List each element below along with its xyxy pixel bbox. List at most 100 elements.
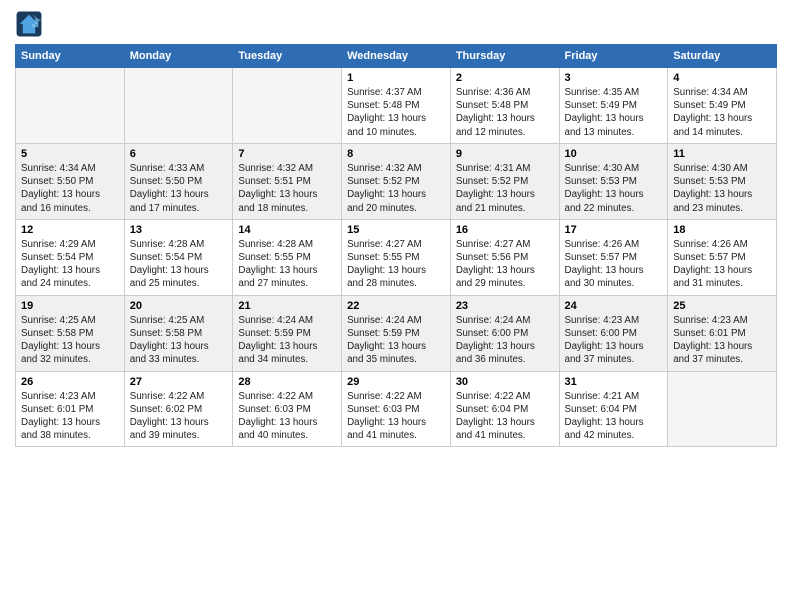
calendar-cell: 20 Sunrise: 4:25 AM Sunset: 5:58 PM Dayli…: [124, 295, 233, 371]
day-header-sunday: Sunday: [16, 45, 125, 68]
calendar-cell: 14Sunrise: 4:28 AM Sunset: 5:55 PM Dayli…: [233, 219, 342, 295]
calendar-cell: 11 Sunrise: 4:30 AM Sunset: 5:53 PM Dayli…: [668, 143, 777, 219]
day-number: 31: [565, 376, 663, 388]
calendar-cell: 2Sunrise: 4:36 AM Sunset: 5:48 PM Daylig…: [450, 68, 559, 144]
logo: [15, 10, 47, 38]
day-info: Sunrise: 4:23 AM Sunset: 6:01 PM Dayligh…: [21, 390, 119, 443]
calendar-cell: 27 Sunrise: 4:22 AM Sunset: 6:02 PM Dayli…: [124, 371, 233, 447]
calendar-cell: 30Sunrise: 4:22 AM Sunset: 6:04 PM Dayli…: [450, 371, 559, 447]
calendar-cell: [668, 371, 777, 447]
day-number: 6: [130, 148, 228, 160]
day-info: Sunrise: 4:28 AM Sunset: 5:54 PM Dayligh…: [130, 238, 228, 291]
calendar-cell: 6 Sunrise: 4:33 AM Sunset: 5:50 PM Daylig…: [124, 143, 233, 219]
day-info: Sunrise: 4:22 AM Sunset: 6:03 PM Dayligh…: [347, 390, 445, 443]
day-number: 13: [130, 224, 228, 236]
calendar-cell: 4 Sunrise: 4:34 AM Sunset: 5:49 PM Daylig…: [668, 68, 777, 144]
calendar-cell: 9Sunrise: 4:31 AM Sunset: 5:52 PM Daylig…: [450, 143, 559, 219]
calendar-cell: [124, 68, 233, 144]
day-info: Sunrise: 4:35 AM Sunset: 5:49 PM Dayligh…: [565, 86, 663, 139]
day-number: 10: [565, 148, 663, 160]
day-number: 17: [565, 224, 663, 236]
day-number: 18: [673, 224, 771, 236]
day-info: Sunrise: 4:21 AM Sunset: 6:04 PM Dayligh…: [565, 390, 663, 443]
calendar-cell: 8 Sunrise: 4:32 AM Sunset: 5:52 PM Daylig…: [342, 143, 451, 219]
day-info: Sunrise: 4:24 AM Sunset: 5:59 PM Dayligh…: [238, 314, 336, 367]
day-number: 25: [673, 300, 771, 312]
day-number: 2: [456, 72, 554, 84]
day-number: 11: [673, 148, 771, 160]
day-number: 7: [238, 148, 336, 160]
day-number: 8: [347, 148, 445, 160]
day-info: Sunrise: 4:23 AM Sunset: 6:01 PM Dayligh…: [673, 314, 771, 367]
day-info: Sunrise: 4:37 AM Sunset: 5:48 PM Dayligh…: [347, 86, 445, 139]
week-row-5: 26 Sunrise: 4:23 AM Sunset: 6:01 PM Dayli…: [16, 371, 777, 447]
header: [15, 10, 777, 38]
calendar-cell: [16, 68, 125, 144]
day-info: Sunrise: 4:30 AM Sunset: 5:53 PM Dayligh…: [565, 162, 663, 215]
day-header-saturday: Saturday: [668, 45, 777, 68]
day-number: 29: [347, 376, 445, 388]
day-info: Sunrise: 4:25 AM Sunset: 5:58 PM Dayligh…: [130, 314, 228, 367]
week-row-2: 5 Sunrise: 4:34 AM Sunset: 5:50 PM Daylig…: [16, 143, 777, 219]
day-number: 26: [21, 376, 119, 388]
day-number: 30: [456, 376, 554, 388]
day-info: Sunrise: 4:25 AM Sunset: 5:58 PM Dayligh…: [21, 314, 119, 367]
day-number: 24: [565, 300, 663, 312]
calendar-cell: 13 Sunrise: 4:28 AM Sunset: 5:54 PM Dayli…: [124, 219, 233, 295]
day-number: 28: [238, 376, 336, 388]
calendar-cell: 21 Sunrise: 4:24 AM Sunset: 5:59 PM Dayli…: [233, 295, 342, 371]
day-number: 1: [347, 72, 445, 84]
day-info: Sunrise: 4:22 AM Sunset: 6:03 PM Dayligh…: [238, 390, 336, 443]
day-info: Sunrise: 4:34 AM Sunset: 5:49 PM Dayligh…: [673, 86, 771, 139]
day-info: Sunrise: 4:33 AM Sunset: 5:50 PM Dayligh…: [130, 162, 228, 215]
calendar-cell: 28 Sunrise: 4:22 AM Sunset: 6:03 PM Dayli…: [233, 371, 342, 447]
day-info: Sunrise: 4:31 AM Sunset: 5:52 PM Dayligh…: [456, 162, 554, 215]
day-info: Sunrise: 4:27 AM Sunset: 5:56 PM Dayligh…: [456, 238, 554, 291]
calendar-cell: 12 Sunrise: 4:29 AM Sunset: 5:54 PM Dayli…: [16, 219, 125, 295]
calendar-cell: 1 Sunrise: 4:37 AM Sunset: 5:48 PM Daylig…: [342, 68, 451, 144]
day-number: 15: [347, 224, 445, 236]
calendar-cell: 16 Sunrise: 4:27 AM Sunset: 5:56 PM Dayli…: [450, 219, 559, 295]
day-number: 21: [238, 300, 336, 312]
calendar-cell: 18 Sunrise: 4:26 AM Sunset: 5:57 PM Dayli…: [668, 219, 777, 295]
calendar-cell: [233, 68, 342, 144]
day-number: 16: [456, 224, 554, 236]
day-header-monday: Monday: [124, 45, 233, 68]
header-row: SundayMondayTuesdayWednesdayThursdayFrid…: [16, 45, 777, 68]
calendar-cell: 26 Sunrise: 4:23 AM Sunset: 6:01 PM Dayli…: [16, 371, 125, 447]
day-number: 20: [130, 300, 228, 312]
day-number: 4: [673, 72, 771, 84]
day-info: Sunrise: 4:24 AM Sunset: 6:00 PM Dayligh…: [456, 314, 554, 367]
day-number: 19: [21, 300, 119, 312]
day-header-friday: Friday: [559, 45, 668, 68]
day-number: 12: [21, 224, 119, 236]
calendar-cell: 25 Sunrise: 4:23 AM Sunset: 6:01 PM Dayli…: [668, 295, 777, 371]
calendar-cell: 5 Sunrise: 4:34 AM Sunset: 5:50 PM Daylig…: [16, 143, 125, 219]
day-number: 27: [130, 376, 228, 388]
day-info: Sunrise: 4:22 AM Sunset: 6:02 PM Dayligh…: [130, 390, 228, 443]
day-info: Sunrise: 4:32 AM Sunset: 5:51 PM Dayligh…: [238, 162, 336, 215]
calendar-cell: 15Sunrise: 4:27 AM Sunset: 5:55 PM Dayli…: [342, 219, 451, 295]
week-row-3: 12 Sunrise: 4:29 AM Sunset: 5:54 PM Dayli…: [16, 219, 777, 295]
day-header-wednesday: Wednesday: [342, 45, 451, 68]
day-info: Sunrise: 4:34 AM Sunset: 5:50 PM Dayligh…: [21, 162, 119, 215]
day-info: Sunrise: 4:26 AM Sunset: 5:57 PM Dayligh…: [673, 238, 771, 291]
day-info: Sunrise: 4:23 AM Sunset: 6:00 PM Dayligh…: [565, 314, 663, 367]
day-info: Sunrise: 4:29 AM Sunset: 5:54 PM Dayligh…: [21, 238, 119, 291]
calendar-cell: 23Sunrise: 4:24 AM Sunset: 6:00 PM Dayli…: [450, 295, 559, 371]
logo-icon: [15, 10, 43, 38]
calendar-cell: 17Sunrise: 4:26 AM Sunset: 5:57 PM Dayli…: [559, 219, 668, 295]
calendar-cell: 10 Sunrise: 4:30 AM Sunset: 5:53 PM Dayli…: [559, 143, 668, 219]
calendar-cell: 19 Sunrise: 4:25 AM Sunset: 5:58 PM Dayli…: [16, 295, 125, 371]
day-header-tuesday: Tuesday: [233, 45, 342, 68]
calendar-cell: 22Sunrise: 4:24 AM Sunset: 5:59 PM Dayli…: [342, 295, 451, 371]
calendar-cell: 24 Sunrise: 4:23 AM Sunset: 6:00 PM Dayli…: [559, 295, 668, 371]
calendar-cell: 31 Sunrise: 4:21 AM Sunset: 6:04 PM Dayli…: [559, 371, 668, 447]
calendar-cell: 7 Sunrise: 4:32 AM Sunset: 5:51 PM Daylig…: [233, 143, 342, 219]
day-number: 5: [21, 148, 119, 160]
day-info: Sunrise: 4:30 AM Sunset: 5:53 PM Dayligh…: [673, 162, 771, 215]
day-number: 14: [238, 224, 336, 236]
day-number: 3: [565, 72, 663, 84]
day-info: Sunrise: 4:32 AM Sunset: 5:52 PM Dayligh…: [347, 162, 445, 215]
calendar-cell: 3 Sunrise: 4:35 AM Sunset: 5:49 PM Daylig…: [559, 68, 668, 144]
